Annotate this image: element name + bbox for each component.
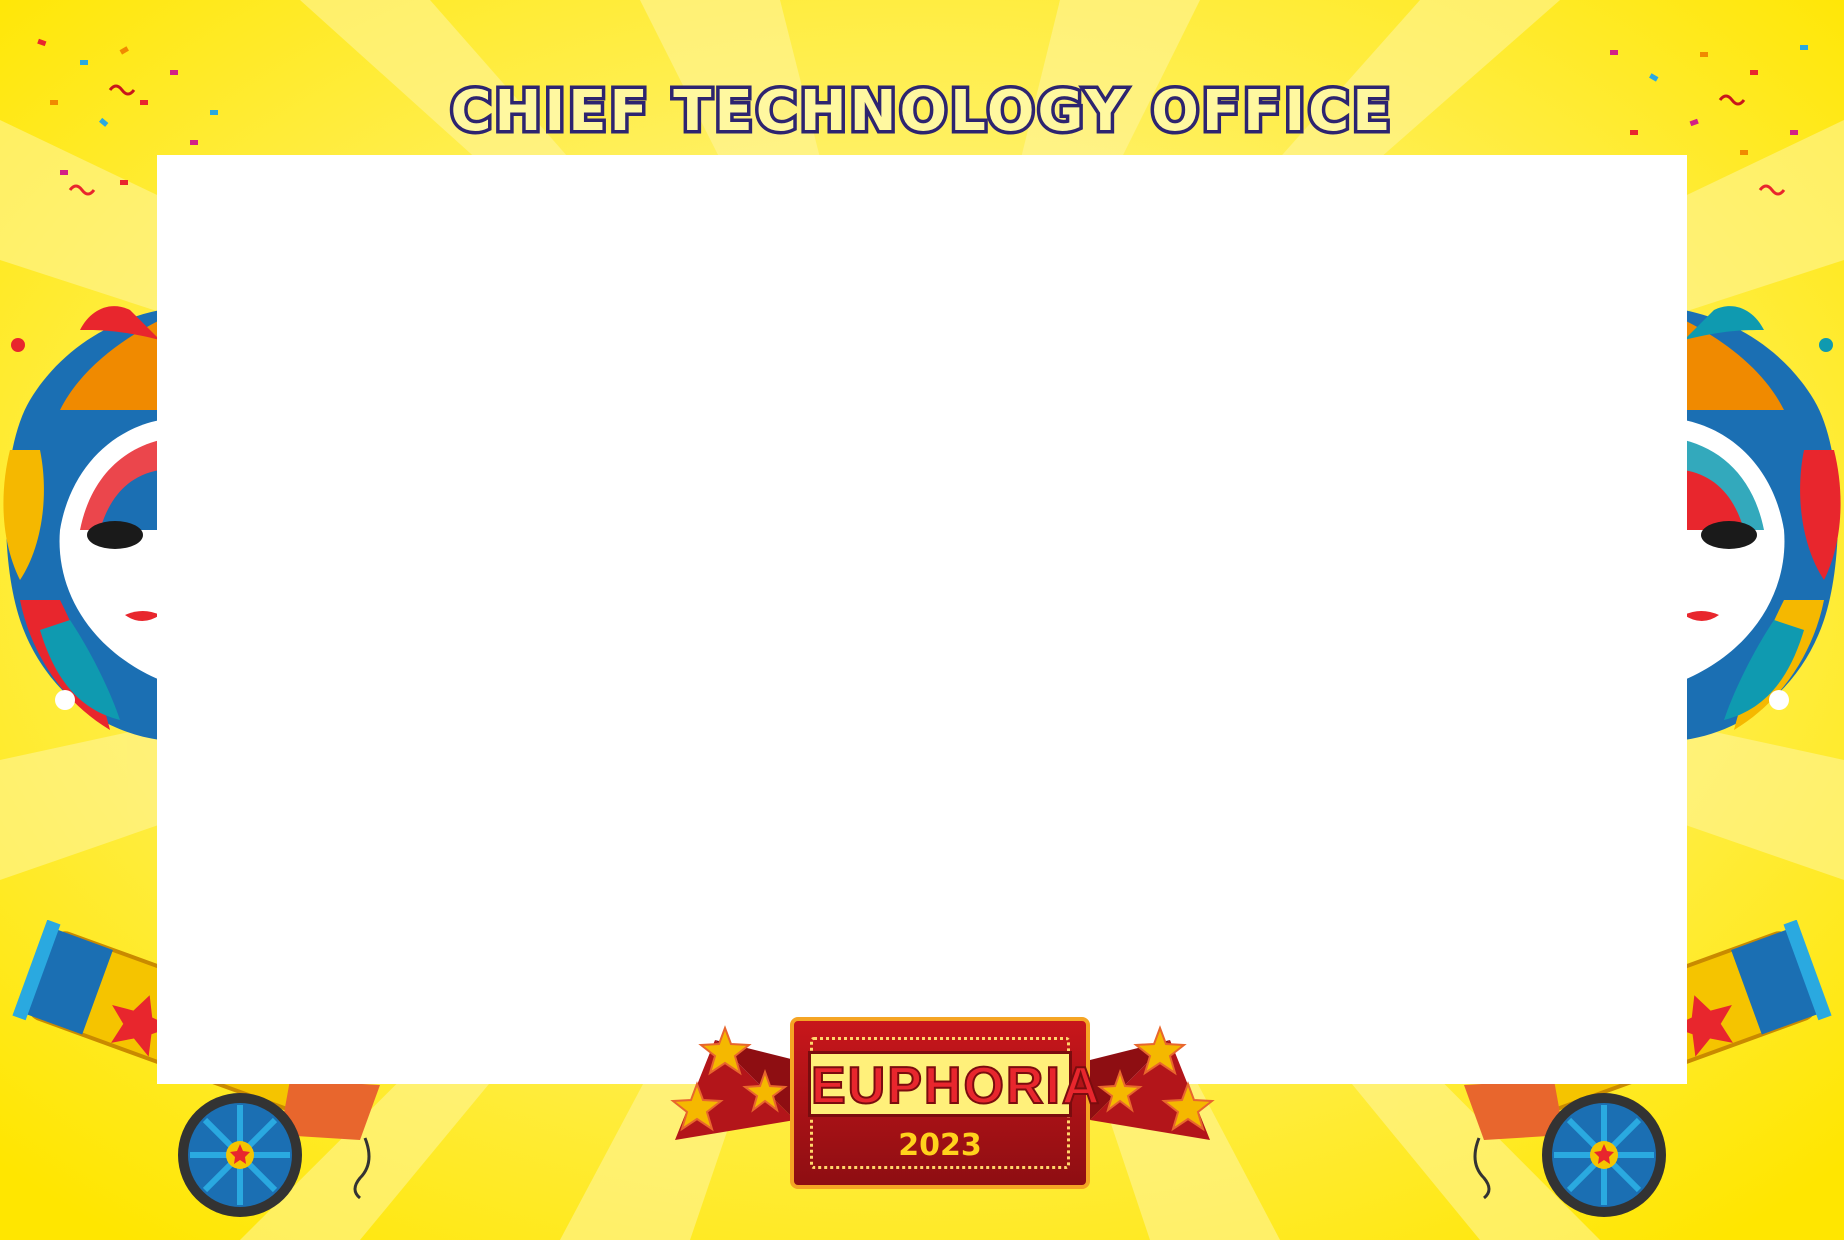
star-burst-left-icon xyxy=(670,1025,795,1140)
carnival-mask-right-icon xyxy=(1684,306,1841,740)
badge-title: EUPHORIA xyxy=(810,1057,1102,1115)
photo-placeholder xyxy=(157,155,1687,1084)
euphoria-badge: EUPHORIA 2023 xyxy=(790,1017,1102,1189)
badge-year: 2023 xyxy=(898,1128,982,1163)
photo-frame: CHIEF TECHNOLOGY OFFICE EUPHORIA 2023 xyxy=(0,0,1844,1240)
badge-title-panel: EUPHORIA xyxy=(808,1051,1102,1117)
page-title: CHIEF TECHNOLOGY OFFICE xyxy=(447,76,1394,147)
carnival-mask-left-icon xyxy=(3,306,160,740)
star-burst-right-icon xyxy=(1090,1025,1215,1140)
